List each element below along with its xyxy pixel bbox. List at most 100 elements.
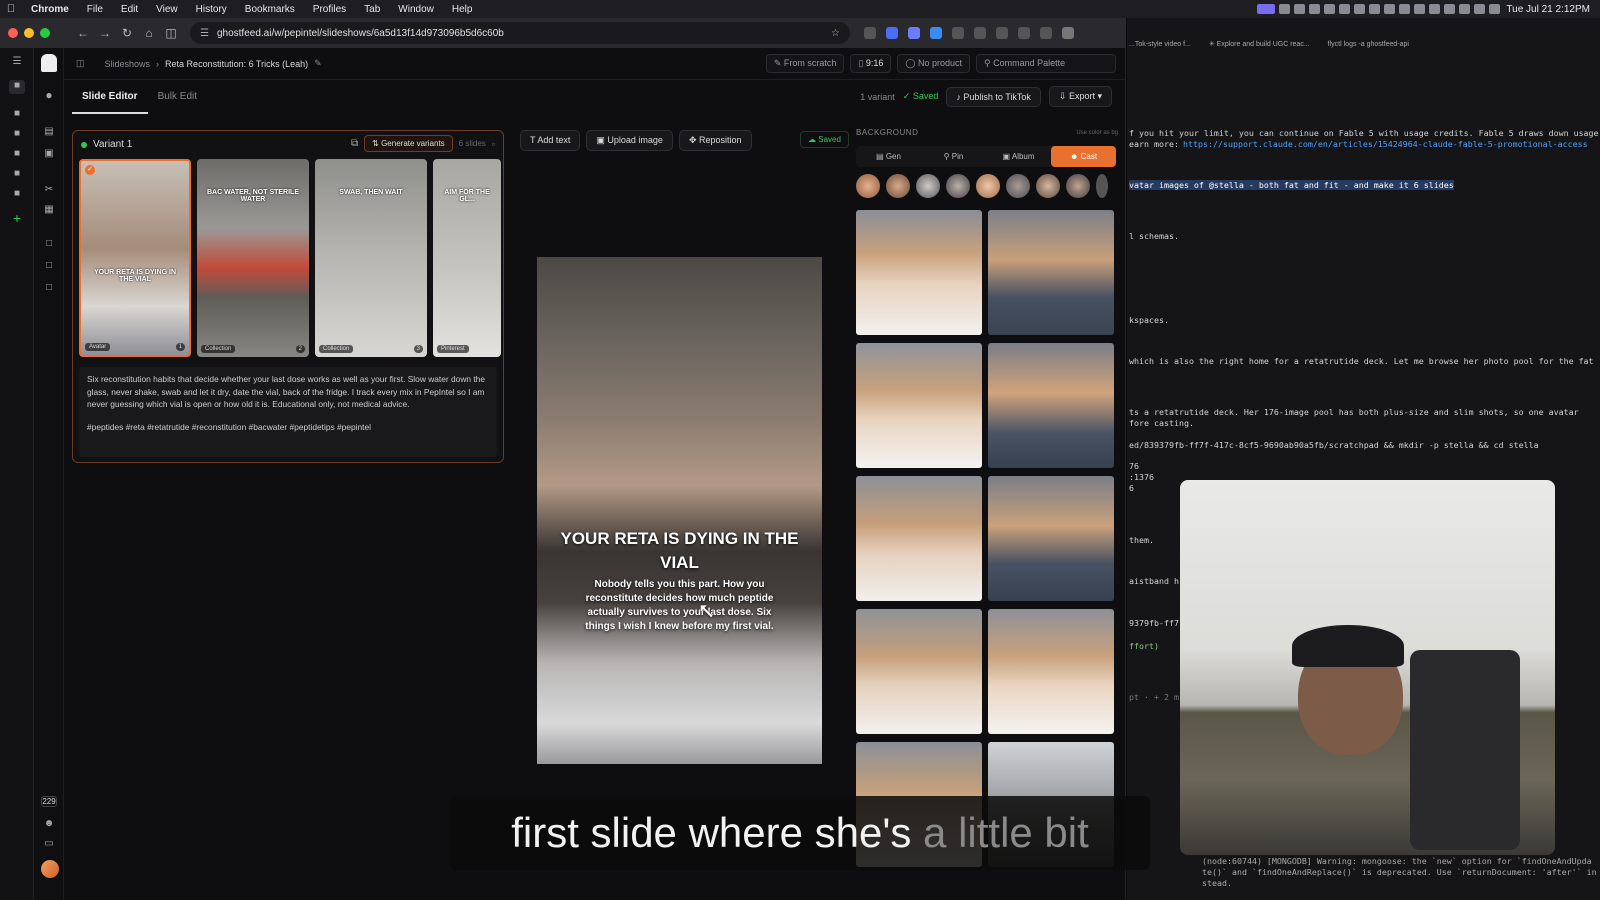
terminal-tab[interactable]: ✳ Explore and build UGC reac... (1209, 40, 1310, 48)
upload-image-button[interactable]: ▣ Upload image (586, 130, 673, 151)
sidebar-toggle-icon[interactable]: ◫ (160, 26, 182, 40)
minimize-window-icon[interactable] (24, 28, 34, 38)
reposition-button[interactable]: ✥ Reposition (678, 130, 752, 151)
lock-icon[interactable]: ■ (9, 108, 25, 122)
forward-icon[interactable]: → (94, 26, 116, 40)
card-icon[interactable]: ▭ (41, 838, 57, 849)
publish-tiktok-button[interactable]: ♪ Publish to TikTok (946, 86, 1041, 107)
menu-window[interactable]: Window (389, 4, 443, 15)
tab-bulk-edit[interactable]: Bulk Edit (148, 80, 207, 114)
lock-icon[interactable]: ■ (9, 148, 25, 162)
cast-photo[interactable] (988, 476, 1114, 601)
cast-photo[interactable] (856, 343, 982, 468)
slide-thumbnail[interactable]: AIM FOR THE GL... Pinterest (433, 159, 501, 357)
menu-profiles[interactable]: Profiles (304, 4, 355, 15)
ghost-logo-icon[interactable] (41, 54, 57, 72)
export-button[interactable]: ⇩ Export ▾ (1048, 86, 1112, 107)
macos-menubar:  Chrome File Edit View History Bookmark… (0, 0, 1600, 18)
bookmark-star-icon[interactable]: ☆ (831, 28, 840, 39)
product-select[interactable]: ◯ No product (897, 54, 970, 73)
workspace-icon[interactable]: ■ (9, 80, 25, 94)
menu-tab[interactable]: Tab (355, 4, 389, 15)
lock-icon[interactable]: ■ (9, 188, 25, 202)
from-scratch-button[interactable]: ✎ From scratch (765, 54, 845, 73)
tab-slide-editor[interactable]: Slide Editor (72, 80, 148, 114)
calendar-icon[interactable]: ▦ (41, 204, 57, 215)
menubar-clock[interactable]: Tue Jul 21 2:12PM (1506, 4, 1590, 15)
slide-thumbnail[interactable]: SWAB, THEN WAIT Collection 3 (315, 159, 427, 357)
caption-textarea[interactable]: Six reconstitution habits that decide wh… (79, 367, 497, 457)
cast-avatar[interactable] (886, 174, 910, 198)
cast-avatar[interactable] (1036, 174, 1060, 198)
cast-photo[interactable] (856, 476, 982, 601)
cast-avatar[interactable] (916, 174, 940, 198)
ghost-avatar-icon[interactable]: ● (41, 88, 57, 102)
scissors-icon[interactable]: ✂ (41, 184, 57, 195)
cast-avatar[interactable] (1006, 174, 1030, 198)
cast-photo[interactable] (856, 210, 982, 335)
background-hint[interactable]: Use color as bg (1076, 130, 1118, 136)
add-icon[interactable]: + (9, 210, 25, 226)
users-icon[interactable]: ☻ (41, 818, 57, 829)
menu-history[interactable]: History (187, 4, 236, 15)
terminal-tab[interactable]: ...Tok-style video f... (1129, 41, 1191, 48)
cast-avatar[interactable] (1066, 174, 1090, 198)
zoom-window-icon[interactable] (40, 28, 50, 38)
panel-toggle-icon[interactable]: ◫ (76, 58, 85, 69)
menu-file[interactable]: File (78, 4, 112, 15)
thumbnail-source-tag: Avatar (85, 343, 111, 351)
menu-app-name[interactable]: Chrome (22, 4, 78, 15)
trash-icon[interactable]: ▫ (492, 139, 495, 149)
apple-menu-icon[interactable]:  (0, 3, 22, 15)
slide-preview[interactable]: YOUR RETA IS DYING IN THE VIAL Nobody te… (537, 257, 822, 764)
slide-thumbnail[interactable]: ✓ YOUR RETA IS DYING IN THE VIAL Avatar … (79, 159, 191, 357)
cast-photo[interactable] (988, 609, 1114, 734)
menu-icon[interactable]: ☰ (9, 56, 25, 70)
terminal-tab[interactable]: flyctl logs -a ghostfeed-api (1328, 41, 1409, 48)
back-icon[interactable]: ← (72, 26, 94, 40)
add-text-button[interactable]: T Add text (520, 130, 581, 151)
command-palette-button[interactable]: ⚲ Command Palette (976, 54, 1116, 73)
lock-icon[interactable]: ■ (9, 128, 25, 142)
menu-bookmarks[interactable]: Bookmarks (236, 4, 304, 15)
user-avatar[interactable] (41, 860, 59, 878)
menu-help[interactable]: Help (443, 4, 482, 15)
slide-title-text[interactable]: YOUR RETA IS DYING IN THE VIAL (557, 527, 802, 575)
variant-card[interactable]: Variant 1 ⧉ ⇅ Generate variants 6 slides… (72, 130, 504, 463)
close-window-icon[interactable] (8, 28, 18, 38)
lock-icon[interactable]: ■ (9, 168, 25, 182)
breadcrumb-slideshows[interactable]: Slideshows (105, 59, 151, 69)
cast-photo[interactable] (988, 210, 1114, 335)
slide-body-text[interactable]: Nobody tells you this part. How you reco… (575, 578, 784, 634)
cast-avatar[interactable] (946, 174, 970, 198)
scan-icon[interactable]: □ (41, 238, 57, 249)
reload-icon[interactable]: ↻ (116, 26, 138, 40)
cast-avatar[interactable] (976, 174, 1000, 198)
generate-variants-button[interactable]: ⇅ Generate variants (364, 135, 453, 152)
copy-icon[interactable]: ⧉ (351, 138, 358, 149)
server-icon[interactable]: ▤ (41, 126, 57, 137)
home-icon[interactable]: ⌂ (138, 26, 160, 40)
cast-avatar[interactable] (856, 174, 880, 198)
address-bar[interactable]: ☰ ghostfeed.ai/w/pepintel/slideshows/6a5… (190, 22, 850, 44)
extension-icons[interactable] (864, 27, 1074, 39)
tab-album[interactable]: ▣ Album (986, 146, 1051, 167)
cast-photo[interactable] (988, 343, 1114, 468)
menu-edit[interactable]: Edit (112, 4, 147, 15)
slides-icon[interactable]: ▣ (41, 148, 57, 159)
credits-badge[interactable]: 229 (41, 796, 57, 807)
site-settings-icon[interactable]: ☰ (200, 28, 209, 39)
cast-avatar[interactable] (1096, 174, 1108, 198)
cast-photo[interactable] (856, 609, 982, 734)
folder-icon[interactable]: □ (41, 260, 57, 271)
edit-pencil-icon[interactable]: ✎ (314, 58, 322, 69)
tab-gen[interactable]: ▤ Gen (856, 146, 921, 167)
status-tray-icons[interactable] (1257, 4, 1501, 14)
slide-thumbnail[interactable]: BAC WATER, NOT STERILE WATER Collection … (197, 159, 309, 357)
tab-cast[interactable]: ☻ Cast (1051, 146, 1116, 167)
aspect-ratio-button[interactable]: ▯ 9:16 (850, 54, 892, 73)
terminal-link[interactable]: https://support.claude.com/en/articles/1… (1183, 139, 1588, 149)
menu-view[interactable]: View (147, 4, 187, 15)
box-icon[interactable]: □ (41, 282, 57, 293)
tab-pin[interactable]: ⚲ Pin (921, 146, 986, 167)
